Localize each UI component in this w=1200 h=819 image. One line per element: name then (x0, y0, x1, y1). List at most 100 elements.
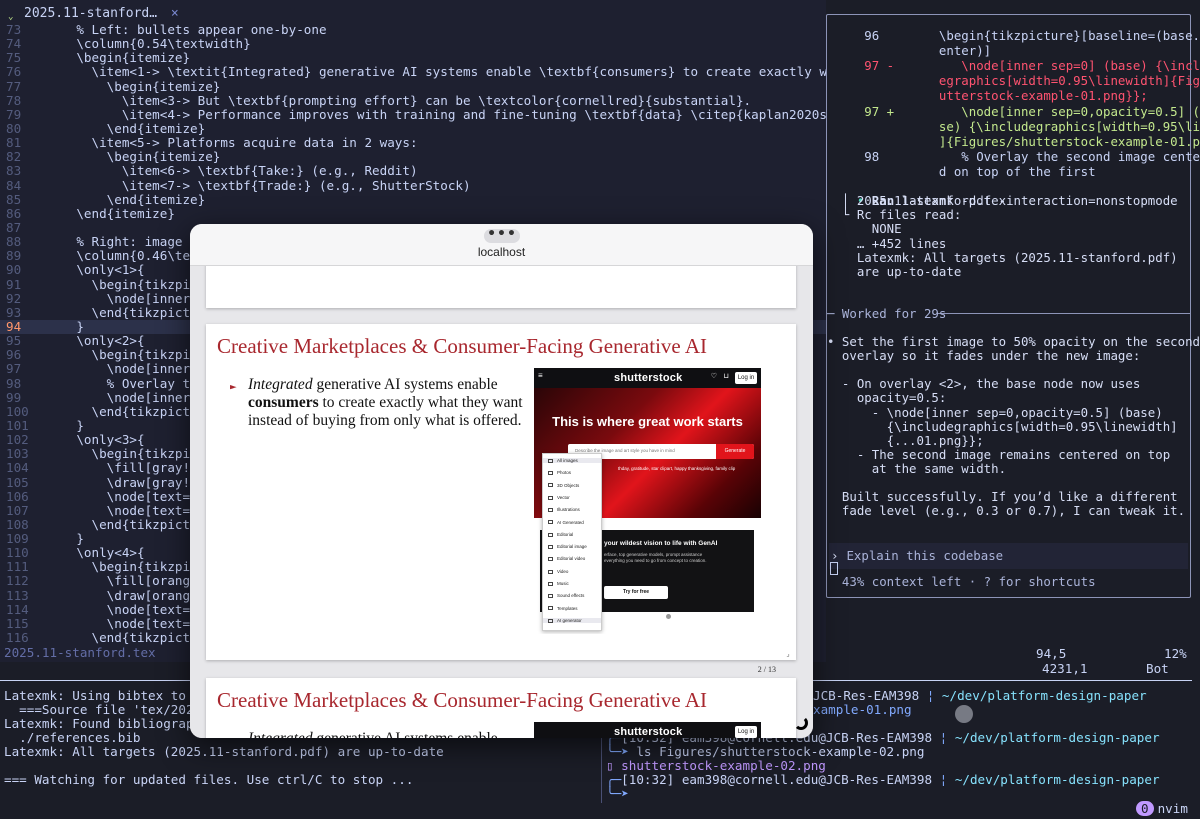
line-number: 81 (6, 135, 22, 151)
ss-menu-item: Photos (548, 470, 571, 475)
ss-menu-item: All images (543, 458, 601, 463)
agent-pane[interactable]: 96 \begin{tikzpicture}[baseline=(base.c … (826, 14, 1200, 598)
line-text: \end{tikzpicture (46, 304, 213, 320)
tmux-window-index: 0 (1136, 801, 1154, 816)
code-line[interactable]: 85 \end{itemize} (0, 191, 826, 207)
close-icon[interactable]: × (171, 6, 179, 21)
line-number: 108 (6, 516, 29, 532)
summary-line: {...01.png}}; (827, 432, 984, 448)
tmux-window-name: nvim (1157, 801, 1188, 816)
line-number: 92 (6, 290, 22, 306)
buffer-tab-name[interactable]: 2025.11-stanford… (24, 6, 157, 21)
carousel-dot (666, 614, 671, 619)
ss-menu-item: AI generator (543, 617, 601, 623)
shell-prompt-3: ╭─[10:32] eam398@cornell.edu@JCB-Res-EAM… (606, 772, 1160, 787)
terminal-line: ./references.bib (4, 730, 141, 745)
line-text: \begin{itemize} (46, 50, 191, 66)
shell-prompt-arrow[interactable]: ╰─➤ (606, 787, 629, 801)
line-text: \item<5-> Platforms acquire data in 2 wa… (46, 135, 418, 151)
code-line[interactable]: 86 \end{itemize} (0, 206, 826, 221)
line-text: \item<1-> \textit{Integrated} generative… (46, 64, 888, 80)
ran-output-line: are up-to-date (827, 264, 962, 279)
line-number: 84 (6, 177, 22, 193)
ss-generate-button: Generate (716, 444, 754, 459)
line-text: \end{itemize} (46, 191, 206, 207)
media-type-icon (548, 483, 553, 488)
media-type-icon (548, 594, 553, 599)
line-number: 96 (6, 347, 22, 363)
summary-line: opacity=0.5: (827, 390, 947, 406)
ss-login-button: Log in (735, 372, 757, 384)
shutterstock-screenshot: ≡ shutterstock ♡ ⊔ Log in This is where … (534, 368, 761, 634)
ss-menu-item: Vector (548, 495, 570, 500)
line-text: \end{tikzpicture (46, 630, 213, 646)
line-text: } (46, 417, 84, 433)
line-number: 116 (6, 630, 29, 646)
summary-line: • Set the first image to 50% opacity on … (827, 334, 1200, 349)
code-line[interactable]: 77 \begin{itemize} (0, 78, 826, 94)
chevron-down-icon: ⌄ (8, 12, 14, 22)
line-text: \begin{itemize} (46, 149, 221, 165)
prompt-path: ~/dev/platform-design-paper (954, 730, 1160, 745)
line-text: \only<3>{ (46, 432, 145, 448)
scroll-bottom: Bot (1146, 661, 1169, 676)
diff-line: enter)] (827, 43, 992, 59)
code-line[interactable]: 73 % Left: bullets appear one-by-one (0, 22, 826, 37)
pdf-page-2: Creative Marketplaces & Consumer-Facing … (206, 324, 796, 674)
code-line[interactable]: 81 \item<5-> Platforms acquire data in 2… (0, 135, 826, 151)
terminal-line: Latexmk: All targets (2025.11-stanford.p… (4, 744, 444, 759)
prompt-row[interactable]: › Explain this codebase (829, 543, 1188, 569)
more-options-icon[interactable]: ••• (484, 227, 520, 243)
prompt-input[interactable]: Explain this codebase (839, 548, 1200, 563)
line-number: 91 (6, 276, 22, 292)
code-line[interactable]: 74 \column{0.54\textwidth} (0, 36, 826, 51)
pdf-page-prev (206, 266, 796, 308)
ss-menu-item: Editorial video (548, 556, 585, 561)
line-text: \item<4-> Performance improves with trai… (46, 106, 888, 122)
tmux-window-indicator[interactable]: 0 nvim (1136, 801, 1188, 817)
code-line[interactable]: 75 \begin{itemize} (0, 51, 826, 65)
browser-window[interactable]: ••• localhost Creative Marketplaces & Co… (190, 224, 813, 738)
line-number: 103 (6, 446, 29, 462)
diff-line: 98 % Overlay the second image centere (827, 148, 1200, 164)
line-number: 99 (6, 389, 22, 405)
summary-line: at the same width. (827, 460, 1007, 476)
code-line[interactable]: 84 \item<7-> \textbf{Trade:} (e.g., Shut… (0, 177, 826, 193)
code-line[interactable]: 76 \item<1-> \textit{Integrated} generat… (0, 65, 888, 79)
shell-command: ls Figures/shutterstock-example-02.png (636, 744, 925, 759)
line-number: 104 (6, 460, 29, 476)
ss-menu-item: Templates (548, 606, 578, 611)
cursor-position: 94,5 (1036, 646, 1067, 661)
menu-icon: ≡ (538, 371, 543, 380)
heart-icon: ♡ (710, 373, 717, 380)
editor-ruler: 94,5 12% 4231,1 Bot (828, 644, 1194, 676)
code-line[interactable]: 78 \item<3-> But \textbf{prompting effor… (0, 93, 826, 108)
line-number: 109 (6, 531, 29, 547)
pdf-viewer[interactable]: Creative Marketplaces & Consumer-Facing … (190, 266, 813, 738)
line-number: 105 (6, 474, 29, 490)
code-line[interactable]: 79 \item<4-> Performance improves with t… (0, 107, 888, 122)
line-number: 77 (6, 78, 22, 94)
line-number: 82 (6, 149, 22, 165)
code-line[interactable]: 80 \end{itemize} (0, 121, 826, 136)
line-number: 97 (6, 361, 22, 377)
line-number: 89 (6, 248, 22, 264)
shell-command-2: ╰─➤ ls Figures/shutterstock-example-02.p… (606, 744, 925, 759)
summary-line: - The second image remains centered on t… (827, 446, 1171, 462)
summary-line: overlay so it fades under the new image: (827, 348, 1141, 364)
bullet-arrow-icon: ► (230, 380, 237, 393)
terminal-line: ===Source file 'tex/2025 (4, 702, 202, 717)
ran-output-line: │ 2025.11-stanford.tex (827, 193, 1007, 208)
slide-bullet-next: Integrated generative AI systems enable (248, 730, 528, 738)
terminal-line: Latexmk: Found bibliography (4, 716, 209, 731)
cursor-position-alt: 4231,1 (1042, 661, 1088, 676)
address-bar[interactable]: localhost (190, 245, 813, 259)
terminal-line: === Watching for updated files. Use ctrl… (4, 772, 414, 787)
code-line[interactable]: 83 \item<6-> \textbf{Take:} (e.g., Reddi… (0, 164, 826, 178)
media-type-icon (548, 458, 553, 463)
media-type-icon (548, 508, 553, 512)
code-line[interactable]: 82 \begin{itemize} (0, 150, 826, 164)
ss-dropdown-menu: All images Photos 3D Objects Vector Illustra… (542, 453, 602, 631)
pdf-page-3: Creative Marketplaces & Consumer-Facing … (206, 678, 796, 738)
browser-toolbar: ••• localhost (190, 224, 813, 266)
